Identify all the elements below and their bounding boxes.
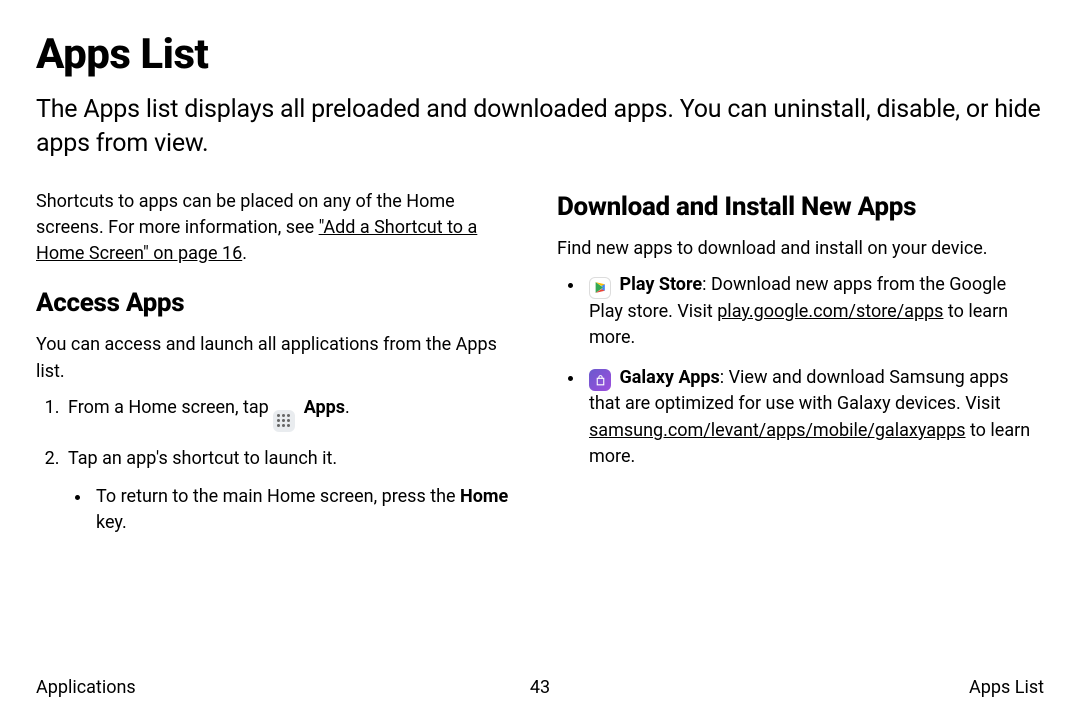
access-apps-heading: Access Apps — [36, 285, 523, 323]
step-1-bold: Apps — [304, 397, 345, 418]
download-install-heading: Download and Install New Apps — [557, 189, 1044, 227]
step-2: Tap an app's shortcut to launch it. To r… — [64, 446, 523, 536]
step-2-subitem: To return to the main Home screen, press… — [92, 484, 523, 536]
play-store-label: Play Store — [619, 274, 702, 295]
galaxy-apps-link[interactable]: samsung.com/levant/apps/mobile/galaxyapp… — [589, 420, 966, 441]
play-store-icon — [589, 277, 611, 299]
page-footer: Applications 43 Apps List — [36, 677, 1044, 698]
access-apps-description: You can access and launch all applicatio… — [36, 332, 523, 384]
galaxy-apps-item: Galaxy Apps: View and download Samsung a… — [585, 365, 1044, 470]
step-2-sub-suffix: key. — [96, 512, 127, 533]
shortcuts-text-suffix: . — [242, 243, 247, 264]
content-columns: Shortcuts to apps can be placed on any o… — [36, 189, 1044, 550]
footer-title: Apps List — [708, 677, 1044, 698]
step-2-sub-bold: Home — [460, 486, 508, 507]
access-apps-steps: From a Home screen, tap Apps. Tap an app… — [36, 395, 523, 536]
galaxy-apps-icon — [589, 369, 611, 391]
app-stores-list: Play Store: Download new apps from the G… — [557, 272, 1044, 469]
download-install-description: Find new apps to download and install on… — [557, 236, 1044, 262]
play-store-item: Play Store: Download new apps from the G… — [585, 272, 1044, 351]
right-column: Download and Install New Apps Find new a… — [557, 189, 1044, 550]
apps-icon — [273, 410, 295, 432]
footer-section: Applications — [36, 677, 372, 698]
play-store-link[interactable]: play.google.com/store/apps — [717, 301, 943, 322]
step-2-sub-prefix: To return to the main Home screen, press… — [96, 486, 460, 507]
step-2-text: Tap an app's shortcut to launch it. — [68, 448, 337, 469]
step-1-prefix: From a Home screen, tap — [68, 397, 273, 418]
step-1-suffix: . — [345, 397, 350, 418]
galaxy-apps-label: Galaxy Apps — [619, 367, 719, 388]
shortcuts-paragraph: Shortcuts to apps can be placed on any o… — [36, 189, 523, 267]
page-title: Apps List — [36, 30, 1044, 79]
step-2-sublist: To return to the main Home screen, press… — [68, 484, 523, 536]
intro-paragraph: The Apps list displays all preloaded and… — [36, 93, 1044, 161]
footer-page-number: 43 — [372, 677, 708, 698]
step-1: From a Home screen, tap Apps. — [64, 395, 523, 432]
left-column: Shortcuts to apps can be placed on any o… — [36, 189, 523, 550]
